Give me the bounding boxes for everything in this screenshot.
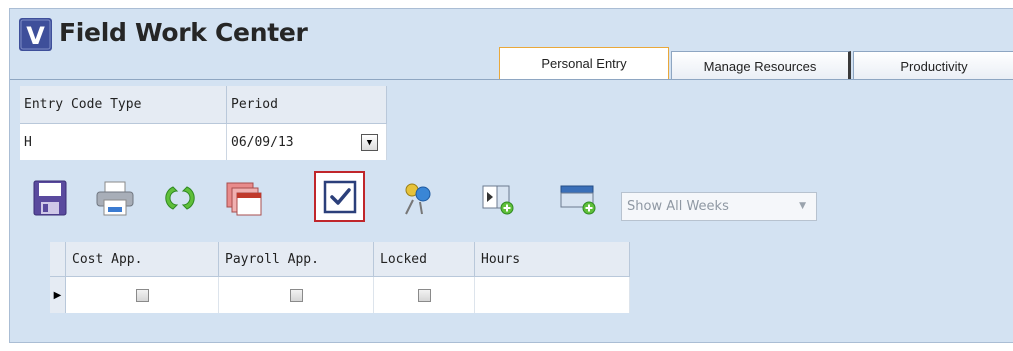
column-header-cost-app[interactable]: Cost App.: [66, 242, 219, 277]
add-row-icon: [560, 185, 596, 215]
print-icon: [96, 181, 134, 216]
locked-checkbox[interactable]: [417, 288, 431, 302]
entry-code-type-header: Entry Code Type: [20, 86, 227, 124]
filter-grid: Entry Code Type Period H 06/09/13 ▼: [20, 86, 387, 160]
tab-manage-resources[interactable]: Manage Resources: [671, 51, 851, 80]
period-header: Period: [227, 86, 387, 124]
approval-grid: Cost App. Payroll App. Locked Hours ▶: [50, 242, 630, 324]
add-column-button[interactable]: [478, 178, 518, 218]
pin-button[interactable]: [396, 178, 436, 218]
refresh-icon: [165, 186, 195, 210]
app-title: Field Work Center: [59, 18, 308, 47]
period-value: 06/09/13: [231, 134, 294, 150]
row-indicator-header: [50, 242, 66, 277]
save-button[interactable]: [30, 178, 70, 218]
approve-check-icon: [323, 180, 356, 213]
entry-code-type-field[interactable]: H: [20, 124, 227, 160]
calendar-button[interactable]: [224, 178, 264, 218]
period-field[interactable]: 06/09/13 ▼: [227, 124, 387, 160]
hours-cell[interactable]: [475, 277, 630, 313]
show-weeks-value: Show All Weeks: [627, 199, 729, 214]
save-icon: [33, 180, 67, 216]
payroll-app-cell[interactable]: [219, 277, 374, 313]
column-header-hours[interactable]: Hours: [475, 242, 630, 277]
add-column-icon: [482, 185, 514, 215]
show-weeks-select[interactable]: Show All Weeks ▼: [621, 192, 817, 221]
column-header-locked[interactable]: Locked: [374, 242, 475, 277]
tab-productivity[interactable]: Productivity: [853, 51, 1013, 80]
logo-letter: V: [26, 22, 45, 50]
add-row-button[interactable]: [558, 178, 598, 218]
current-row-indicator-icon: ▶: [50, 277, 66, 313]
locked-cell[interactable]: [374, 277, 475, 313]
print-button[interactable]: [95, 178, 135, 218]
cost-app-cell[interactable]: [66, 277, 219, 313]
period-dropdown-button[interactable]: ▼: [361, 134, 378, 151]
calendar-icon: [226, 182, 262, 216]
column-header-payroll-app[interactable]: Payroll App.: [219, 242, 374, 277]
tab-strip-divider: [10, 79, 1013, 80]
cost-app-checkbox[interactable]: [135, 288, 149, 302]
refresh-button[interactable]: [160, 178, 200, 218]
payroll-app-checkbox[interactable]: [289, 288, 303, 302]
approve-button[interactable]: [314, 171, 365, 222]
tab-personal-entry[interactable]: Personal Entry: [499, 47, 669, 79]
pin-icon: [405, 183, 431, 215]
field-work-center-window: V Field Work Center Personal Entry Manag…: [9, 8, 1013, 343]
chevron-down-icon: ▼: [799, 201, 806, 211]
logo-icon: V: [19, 18, 52, 51]
